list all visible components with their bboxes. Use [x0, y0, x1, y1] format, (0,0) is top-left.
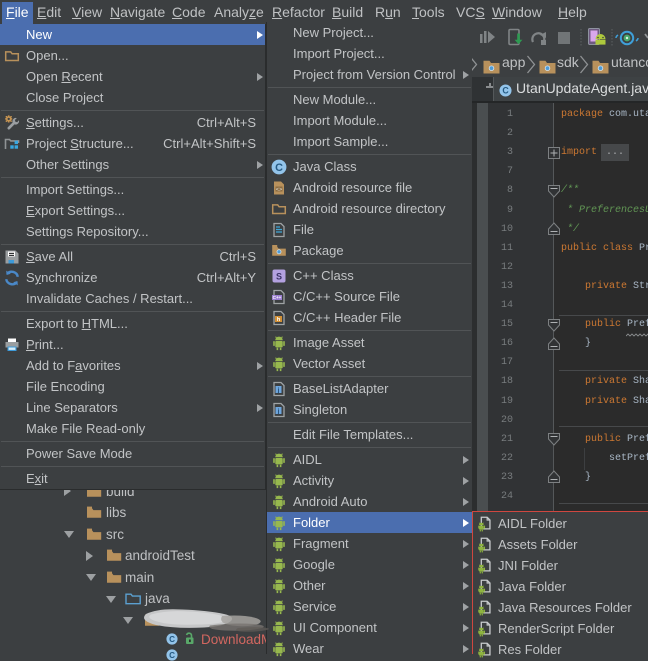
svg-text:C++: C++ — [273, 295, 282, 300]
svg-text:S: S — [276, 271, 282, 281]
svg-text:j: j — [277, 387, 280, 393]
svg-text:<>: <> — [276, 185, 283, 192]
svg-text:j: j — [277, 408, 280, 414]
svg-text:C: C — [275, 161, 283, 173]
svg-text:C: C — [169, 651, 175, 660]
svg-text:C: C — [502, 86, 509, 96]
svg-text:C: C — [169, 635, 175, 644]
